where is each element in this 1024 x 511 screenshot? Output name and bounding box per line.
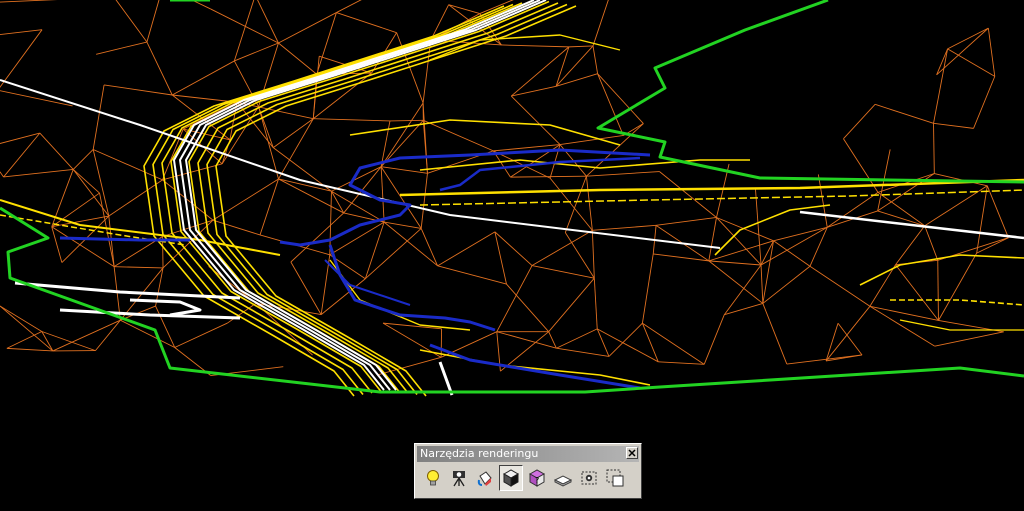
cad-viewport[interactable] — [0, 0, 1024, 511]
render-icon — [502, 469, 520, 487]
toolbar-title: Narzędzia renderingu — [420, 447, 539, 460]
render-preferences-button[interactable]: ? — [525, 465, 549, 491]
materials-button[interactable] — [473, 465, 497, 491]
background-button[interactable] — [577, 465, 601, 491]
landscape-button[interactable] — [551, 465, 575, 491]
svg-text:?: ? — [535, 476, 539, 485]
region-render-button[interactable] — [603, 465, 627, 491]
close-button[interactable] — [626, 447, 638, 459]
render-preferences-icon: ? — [528, 469, 546, 487]
light-button[interactable] — [421, 465, 445, 491]
landscape-icon — [553, 475, 573, 487]
rendering-toolbar: Narzędzia renderingu ? — [414, 443, 642, 499]
light-icon — [427, 470, 439, 486]
scene-camera-button[interactable] — [447, 465, 471, 491]
toolbar-buttons: ? — [415, 462, 641, 491]
background-icon — [581, 471, 597, 485]
region-render-icon — [606, 469, 624, 487]
render-button[interactable] — [499, 465, 523, 491]
materials-icon — [477, 471, 492, 486]
close-icon — [628, 449, 636, 457]
scene-camera-icon — [453, 471, 465, 487]
toolbar-titlebar[interactable]: Narzędzia renderingu — [417, 446, 639, 462]
